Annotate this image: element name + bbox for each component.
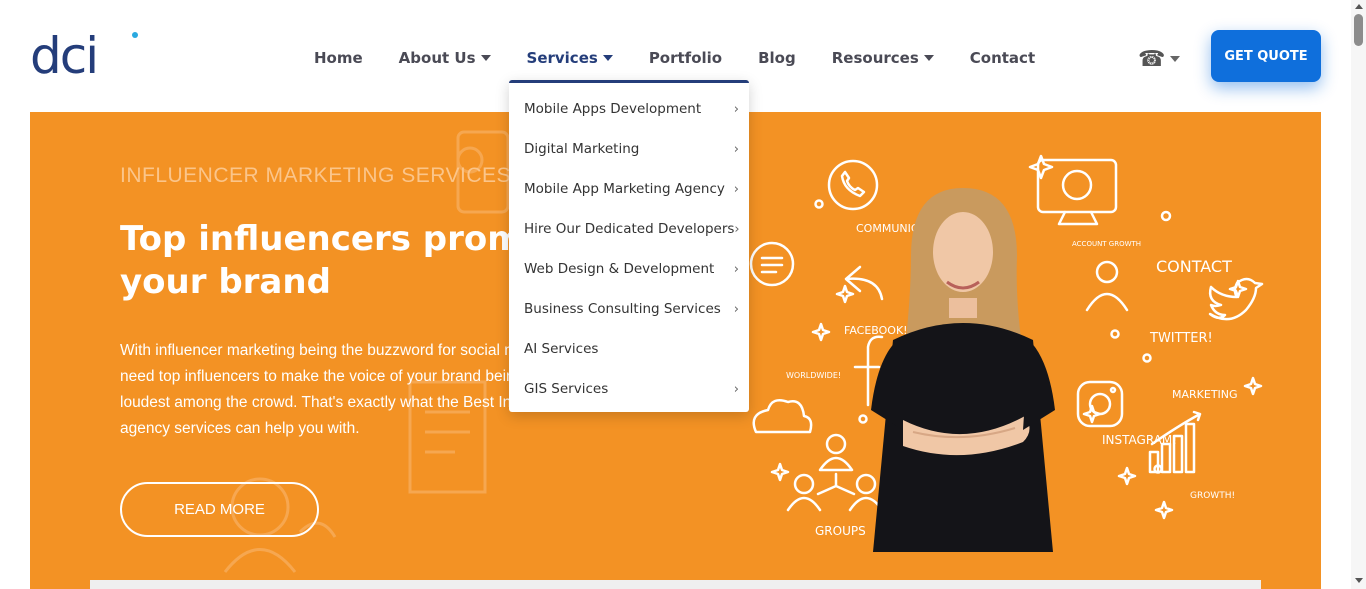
- menu-item-label: AI Services: [524, 341, 599, 357]
- nav-blog[interactable]: Blog: [740, 49, 814, 67]
- doodle-label-worldwide: WORLDWIDE!: [786, 371, 841, 380]
- read-more-button[interactable]: READ MORE: [120, 482, 319, 537]
- nav-resources-label: Resources: [831, 49, 919, 67]
- doodle-label-growth: GROWTH!: [1190, 491, 1235, 501]
- doodle-label-twitter: TWITTER!: [1149, 331, 1213, 346]
- get-quote-button[interactable]: GET QUOTE: [1211, 30, 1321, 82]
- menu-item-business-consulting-services[interactable]: Business Consulting Services ›: [509, 289, 749, 329]
- nav-contact-label: Contact: [969, 49, 1036, 67]
- nav-about-us[interactable]: About Us: [381, 49, 509, 67]
- nav-services[interactable]: Services: [509, 49, 631, 67]
- nav-about-us-label: About Us: [398, 49, 476, 67]
- menu-item-web-design-development[interactable]: Web Design & Development ›: [509, 249, 749, 289]
- menu-item-mobile-app-marketing-agency[interactable]: Mobile App Marketing Agency ›: [509, 169, 749, 209]
- doodle-label-contact: CONTACT: [1156, 257, 1232, 276]
- caret-down-icon: [923, 55, 934, 61]
- nav-resources[interactable]: Resources: [814, 49, 952, 67]
- caret-down-icon: [602, 55, 613, 61]
- doodle-label-groups: GROUPS: [815, 524, 866, 538]
- nav-portfolio-label: Portfolio: [648, 49, 723, 67]
- menu-item-label: Business Consulting Services: [524, 301, 721, 317]
- menu-item-hire-dedicated-developers[interactable]: Hire Our Dedicated Developers ›: [509, 209, 749, 249]
- phone-icon: ☎: [1138, 46, 1166, 71]
- vertical-scrollbar[interactable]: [1351, 0, 1366, 589]
- caret-down-icon: [480, 55, 491, 61]
- nav-blog-label: Blog: [758, 49, 796, 67]
- hero-eyebrow: INFLUENCER MARKETING SERVICES: [120, 164, 512, 187]
- scrollbar-thumb[interactable]: [1354, 14, 1363, 46]
- menu-item-label: Hire Our Dedicated Developers: [524, 221, 735, 237]
- nav-contact[interactable]: Contact: [952, 49, 1053, 67]
- chevron-right-icon: ›: [733, 181, 739, 197]
- nav-portfolio[interactable]: Portfolio: [631, 49, 740, 67]
- nav-home[interactable]: Home: [296, 49, 381, 67]
- scroll-up-arrow-icon[interactable]: [1355, 4, 1363, 9]
- doodle-label-instagram: INSTAGRAM!: [1102, 433, 1177, 447]
- content-bottom-bar: [90, 580, 1261, 589]
- chevron-right-icon: ›: [733, 381, 739, 397]
- logo-text: dci: [30, 27, 99, 85]
- dci-logo[interactable]: dci: [30, 27, 138, 85]
- caret-down-icon: [1170, 56, 1181, 62]
- doodle-label-marketing: MARKETING: [1172, 388, 1238, 401]
- menu-item-label: Mobile Apps Development: [524, 101, 702, 117]
- scroll-down-arrow-icon[interactable]: [1355, 578, 1363, 583]
- menu-item-label: Mobile App Marketing Agency: [524, 181, 725, 197]
- logo-dot: [132, 32, 138, 38]
- chevron-right-icon: ›: [733, 101, 739, 117]
- menu-item-label: Digital Marketing: [524, 141, 640, 157]
- nav-services-label: Services: [526, 49, 598, 67]
- menu-item-digital-marketing[interactable]: Digital Marketing ›: [509, 129, 749, 169]
- menu-item-mobile-apps-development[interactable]: Mobile Apps Development ›: [509, 89, 749, 129]
- menu-item-label: Web Design & Development: [524, 261, 715, 277]
- chevron-right-icon: ›: [733, 141, 739, 157]
- phone-dropdown[interactable]: ☎: [1138, 46, 1181, 72]
- menu-item-label: GIS Services: [524, 381, 609, 397]
- chevron-right-icon: ›: [734, 221, 740, 237]
- doodle-label-account-growth: ACCOUNT GROWTH: [1072, 240, 1141, 248]
- chevron-right-icon: ›: [733, 301, 739, 317]
- menu-item-gis-services[interactable]: GIS Services ›: [509, 369, 749, 409]
- main-nav: Home About Us Services Portfolio Blog Re…: [296, 44, 1053, 72]
- chevron-right-icon: ›: [733, 261, 739, 277]
- services-dropdown-menu: Mobile Apps Development › Digital Marketi…: [509, 80, 749, 412]
- menu-item-ai-services[interactable]: AI Services: [509, 329, 749, 369]
- woman-photo: [871, 188, 1055, 552]
- nav-home-label: Home: [314, 49, 363, 67]
